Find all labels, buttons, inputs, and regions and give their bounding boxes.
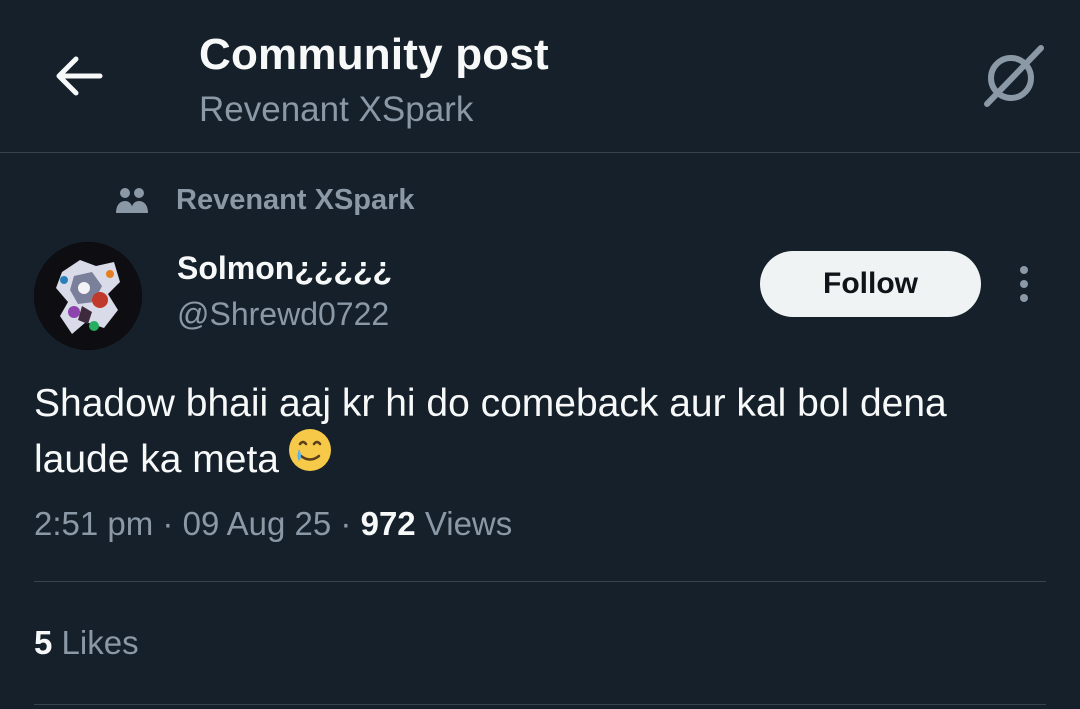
avatar-image [34, 242, 142, 350]
back-arrow-icon [56, 56, 103, 96]
author-avatar[interactable] [34, 242, 142, 350]
grok-icon [984, 45, 1044, 107]
follow-button[interactable]: Follow [760, 251, 981, 317]
views-label: Views [424, 505, 513, 542]
back-button[interactable] [42, 46, 114, 106]
post-body: Shadow bhaii aaj kr hi do comeback aur k… [34, 376, 1044, 489]
page-subtitle: Revenant XSpark [199, 90, 474, 129]
smiling-face-with-tear-icon [287, 427, 333, 489]
community-link[interactable]: Revenant XSpark [114, 180, 415, 220]
community-icon [114, 182, 150, 218]
post-detail-screen: Community post Revenant XSpark Revenant … [0, 0, 1080, 709]
top-bar: Community post Revenant XSpark [0, 0, 1080, 153]
divider [34, 581, 1046, 582]
likes-link[interactable]: 5 Likes [34, 624, 139, 662]
more-options-button[interactable] [1004, 262, 1044, 306]
meta-separator: · [340, 505, 352, 542]
author-display-name[interactable]: Solmon¿¿¿¿¿ [177, 250, 392, 287]
author-handle[interactable]: @Shrewd0722 [177, 296, 389, 333]
post-time: 2:51 pm [34, 505, 154, 542]
views-count: 972 [360, 505, 416, 542]
likes-count: 5 [34, 624, 53, 661]
more-vertical-icon [1020, 266, 1028, 302]
post-text: Shadow bhaii aaj kr hi do comeback aur k… [34, 382, 947, 481]
grok-button[interactable] [978, 44, 1048, 108]
divider [34, 704, 1046, 705]
post-meta: 2:51 pm · 09 Aug 25 · 972 Views [34, 505, 512, 543]
meta-separator: · [162, 505, 174, 542]
page-title: Community post [199, 30, 549, 79]
likes-label: Likes [61, 624, 139, 661]
post-date: 09 Aug 25 [182, 505, 332, 542]
community-name: Revenant XSpark [176, 183, 415, 216]
